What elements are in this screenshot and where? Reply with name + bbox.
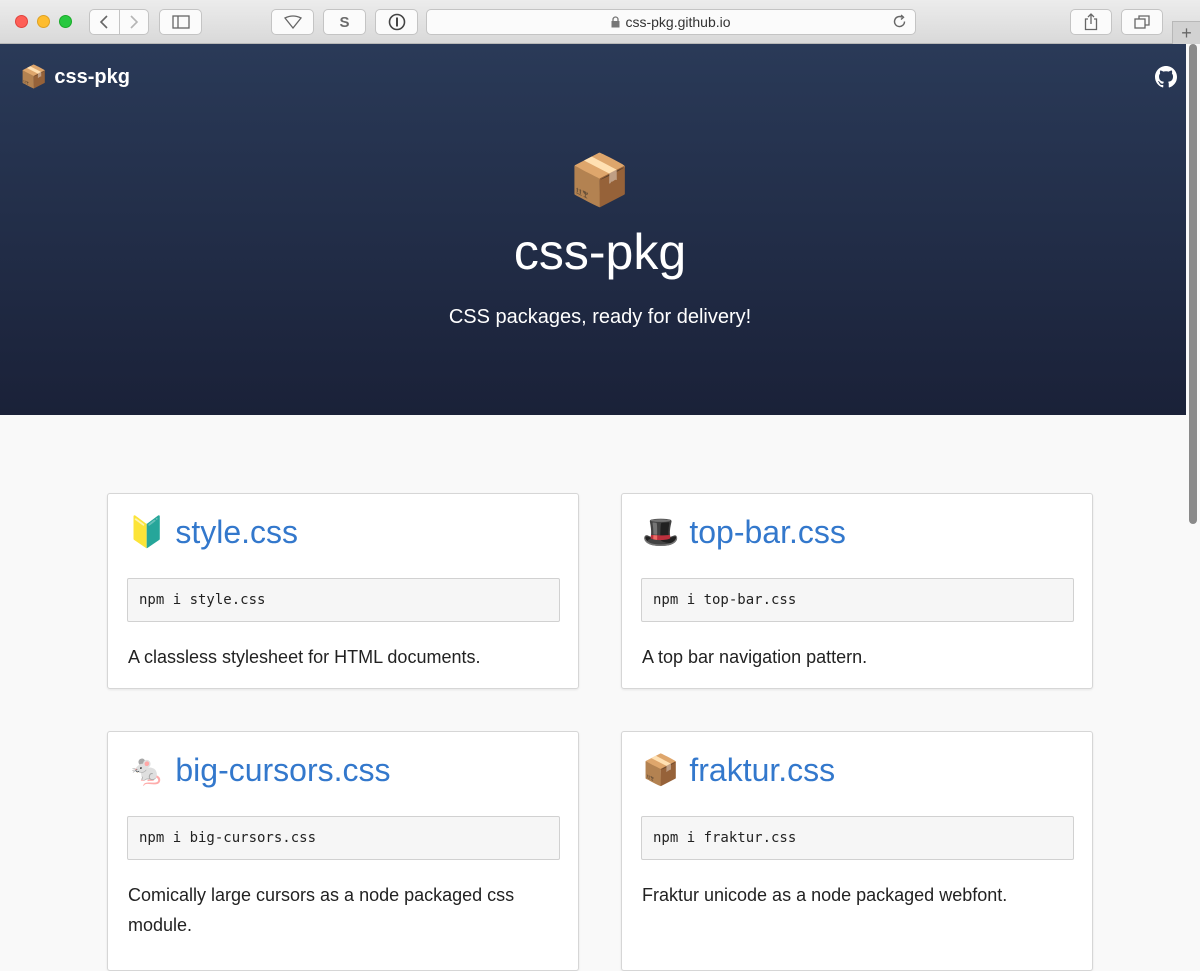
chevron-right-icon: [130, 15, 139, 29]
package-card: 📦 fraktur.css npm i fraktur.css Fraktur …: [621, 731, 1093, 971]
plus-icon: +: [1181, 22, 1192, 43]
package-icon: 📦: [642, 754, 680, 787]
share-button[interactable]: [1070, 9, 1112, 35]
reload-icon[interactable]: [892, 14, 907, 29]
github-icon[interactable]: [1155, 66, 1177, 88]
password-icon: [388, 13, 405, 31]
brand-name: css-pkg: [54, 65, 130, 88]
lock-icon: [611, 16, 620, 28]
address-bar[interactable]: css-pkg.github.io: [426, 9, 916, 35]
extension-button-1[interactable]: [271, 9, 314, 35]
package-description: A top bar navigation pattern.: [642, 647, 868, 667]
package-name: style.css: [175, 514, 299, 550]
hero-section: 📦 css-pkg 📦 css-pkg CSS packages, ready …: [0, 44, 1200, 415]
page-subtitle: CSS packages, ready for delivery!: [448, 306, 752, 328]
package-card: 🐁 big-cursors.css npm i big-cursors.css …: [107, 731, 579, 971]
top-hat-icon: 🎩: [642, 516, 680, 549]
package-icon: 📦: [20, 64, 48, 89]
history-nav: [89, 9, 149, 35]
package-title-link[interactable]: 🐁 big-cursors.css: [128, 752, 391, 789]
install-command[interactable]: npm i big-cursors.css: [127, 816, 560, 860]
sidebar-icon: [171, 15, 190, 29]
minimize-window-button[interactable]: [37, 15, 50, 28]
package-title-link[interactable]: 🔰 style.css: [128, 514, 298, 551]
show-tabs-button[interactable]: [1121, 9, 1163, 35]
package-description: A classless stylesheet for HTML document…: [128, 647, 481, 667]
install-command[interactable]: npm i style.css: [127, 578, 560, 622]
s-letter-icon: S: [339, 13, 350, 31]
package-description: Comically large cursors as a node packag…: [128, 885, 515, 935]
brand-link[interactable]: 📦 css-pkg: [20, 64, 130, 90]
chevron-left-icon: [100, 15, 109, 29]
new-tab-button[interactable]: +: [1172, 21, 1200, 44]
package-description: Fraktur unicode as a node packaged webfo…: [642, 885, 1008, 905]
zoom-window-button[interactable]: [59, 15, 72, 28]
back-button[interactable]: [90, 10, 119, 34]
install-command[interactable]: npm i fraktur.css: [641, 816, 1074, 860]
wifi-icon: [283, 15, 302, 29]
package-name: big-cursors.css: [175, 752, 391, 788]
scrollbar-thumb[interactable]: [1189, 44, 1197, 524]
package-title-link[interactable]: 🎩 top-bar.css: [642, 514, 846, 551]
package-card: 🎩 top-bar.css npm i top-bar.css A top ba…: [621, 493, 1093, 689]
hero-package-icon: 📦: [568, 152, 632, 208]
share-icon: [1084, 13, 1098, 31]
mouse-icon: 🐁: [128, 754, 166, 787]
tabs-icon: [1134, 15, 1150, 29]
password-manager-button[interactable]: [375, 9, 418, 35]
address-url: css-pkg.github.io: [625, 14, 731, 30]
forward-button[interactable]: [118, 10, 148, 34]
extension-button-2[interactable]: S: [323, 9, 366, 35]
package-name: top-bar.css: [689, 514, 846, 550]
install-command[interactable]: npm i top-bar.css: [641, 578, 1074, 622]
package-title-link[interactable]: 📦 fraktur.css: [642, 752, 835, 789]
page-title: css-pkg: [513, 224, 687, 280]
package-card: 🔰 style.css npm i style.css A classless …: [107, 493, 579, 689]
close-window-button[interactable]: [15, 15, 28, 28]
browser-toolbar: S css-pkg.github.io +: [0, 0, 1200, 44]
package-name: fraktur.css: [689, 752, 836, 788]
sidebar-toggle-button[interactable]: [159, 9, 202, 35]
beginner-icon: 🔰: [128, 516, 166, 549]
